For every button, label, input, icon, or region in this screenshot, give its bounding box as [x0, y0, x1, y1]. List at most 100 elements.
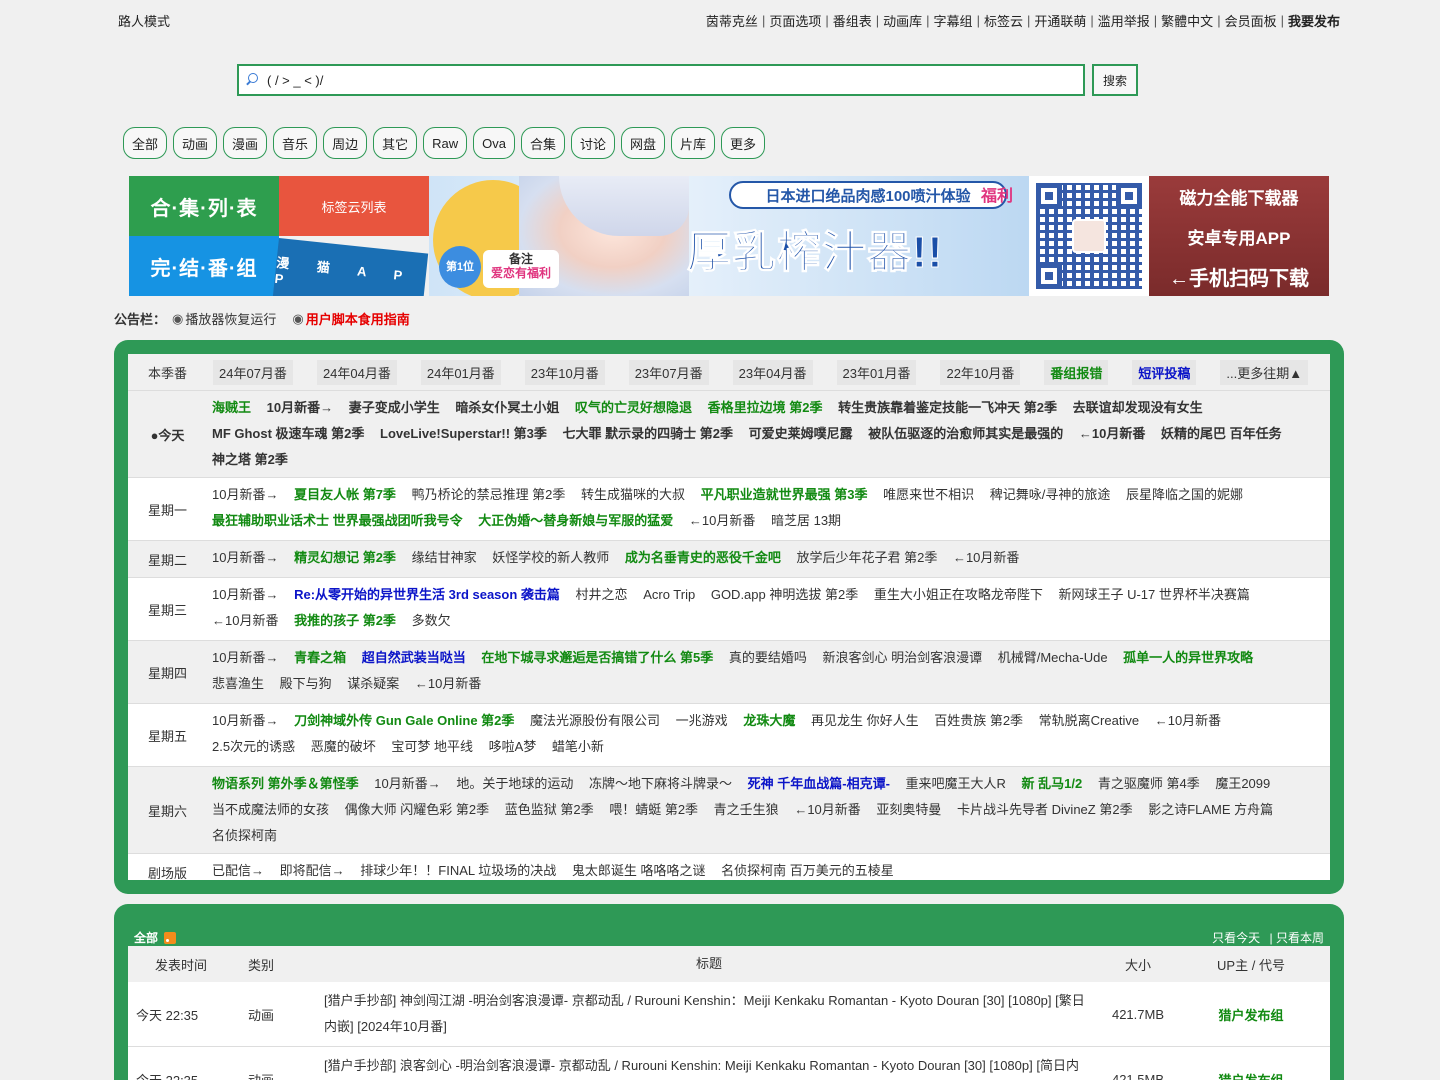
anime-link[interactable]: 平凡职业造就世界最强 第3季 [701, 487, 868, 502]
anime-link[interactable]: 重来吧魔王大人R [906, 776, 1006, 791]
top-nav-item[interactable]: 会员面板 [1225, 11, 1277, 30]
category-pill[interactable]: 网盘 [620, 127, 665, 159]
filter-today-link[interactable]: 只看今天 [1212, 931, 1260, 945]
search-input[interactable] [267, 72, 1047, 88]
season-tab[interactable]: 24年07月番 [213, 359, 293, 385]
anime-link[interactable]: 刀剑神域外传 Gun Gale Online 第2季 [294, 713, 514, 728]
anime-link[interactable]: 再见龙生 你好人生 [811, 713, 919, 728]
row-title-link[interactable]: [猎户手抄部] 神剑闯江湖 -明治剑客浪漫谭- 京都动乱 / Rurouni K… [314, 982, 1104, 1046]
category-pill[interactable]: Ova [473, 127, 515, 159]
anime-link[interactable]: 精灵幻想记 第2季 [294, 550, 396, 565]
anime-link[interactable]: 多数欠 [412, 613, 451, 628]
anime-link[interactable]: ←10月新番 [1155, 713, 1221, 728]
season-tab[interactable]: 23年04月番 [732, 359, 813, 385]
anime-link[interactable]: 名侦探柯南 [212, 828, 277, 843]
top-nav-item[interactable]: 标签云 [984, 11, 1023, 30]
anime-link[interactable]: 孤单一人的异世界攻略 [1123, 650, 1253, 665]
top-nav-item[interactable]: 页面选项 [769, 11, 821, 30]
anime-link[interactable]: 机械臂/Mecha-Ude [998, 650, 1108, 665]
anime-link[interactable]: ←10月新番 [794, 802, 860, 817]
anime-link[interactable]: 妖精的尾巴 百年任务 [1161, 426, 1282, 441]
top-nav-item[interactable]: 动画库 [883, 11, 922, 30]
top-nav-item[interactable]: 我要发布 [1288, 11, 1340, 30]
manmao-app-button[interactable]: 漫 猫 A P P [272, 238, 429, 296]
anime-link[interactable]: 10月新番→ [212, 713, 278, 728]
anime-link[interactable]: 村井之恋 [576, 587, 628, 602]
announcement-script-guide-link[interactable]: 用户脚本食用指南 [306, 309, 410, 328]
anime-link[interactable]: 鸭乃桥论的禁忌推理 第2季 [412, 487, 566, 502]
row-category[interactable]: 动画 [234, 1070, 314, 1080]
advertisement-banner[interactable]: 日本进口绝品肉感100喷汁体验 福利 厚乳榨汁器!! 第1位 备注 爱恋有福利 [429, 176, 1029, 296]
anime-link[interactable]: 宝可梦 地平线 [391, 739, 473, 754]
category-pill[interactable]: 动画 [173, 127, 218, 159]
anime-link[interactable]: 死神 千年血战篇-相克谭- [748, 776, 890, 791]
review-submit-link[interactable]: 短评投稿 [1132, 359, 1197, 385]
header-uploader[interactable]: UP主 / 代号 [1172, 955, 1330, 974]
anime-link[interactable]: 新网球王子 U-17 世界杯半决赛篇 [1058, 587, 1249, 602]
rss-icon[interactable] [164, 931, 177, 944]
anime-link[interactable]: 夏目友人帐 第7季 [294, 487, 396, 502]
anime-link[interactable]: 七大罪 默示录的四骑士 第2季 [563, 426, 733, 441]
row-title-link[interactable]: [猎户手抄部] 浪客剑心 -明治剑客浪漫谭- 京都动乱 / Rurouni Ke… [314, 1047, 1104, 1080]
anime-link[interactable]: ←10月新番 [689, 513, 755, 528]
category-pill[interactable]: 音乐 [273, 127, 318, 159]
anime-link[interactable]: 魔王2099 [1215, 776, 1270, 791]
category-pill[interactable]: Raw [423, 127, 468, 159]
anime-link[interactable]: 10月新番→ [267, 400, 333, 415]
anime-link[interactable]: 10月新番→ [212, 587, 278, 602]
anime-link[interactable]: 10月新番→ [212, 550, 278, 565]
header-time[interactable]: 发表时间 [128, 955, 234, 974]
anime-link[interactable]: 在地下城寻求邂逅是否搞错了什么 第5季 [481, 650, 713, 665]
anime-link[interactable]: 青之驱魔师 第4季 [1098, 776, 1200, 791]
anime-link[interactable]: 放学后少年花子君 第2季 [796, 550, 937, 565]
anime-link[interactable]: 一兆游戏 [676, 713, 728, 728]
anime-link[interactable]: 真的要结婚吗 [729, 650, 807, 665]
anime-link[interactable]: 海贼王 [212, 400, 251, 415]
anime-link[interactable]: 转生贵族靠着鉴定技能一飞冲天 第2季 [838, 400, 1057, 415]
anime-link[interactable]: 成为名垂青史的恶役千金吧 [625, 550, 781, 565]
anime-link[interactable]: 叹气的亡灵好想隐退 [575, 400, 692, 415]
anime-link[interactable]: 青春之箱 [294, 650, 346, 665]
anime-link[interactable]: 物语系列 第外季＆第怪季 [212, 776, 359, 791]
season-tab[interactable]: 23年07月番 [628, 359, 709, 385]
season-tab[interactable]: 24年04月番 [316, 359, 397, 385]
category-pill[interactable]: 漫画 [223, 127, 268, 159]
uploader-link[interactable]: 猎户发布组 [1218, 1073, 1283, 1080]
anime-link[interactable]: 名侦探柯南 百万美元的五棱星 [721, 863, 894, 878]
anime-link[interactable]: 10月新番→ [212, 650, 278, 665]
anime-link[interactable]: 青之壬生狼 [714, 802, 779, 817]
anime-link[interactable]: ←10月新番 [1079, 426, 1145, 441]
category-pill[interactable]: 其它 [373, 127, 418, 159]
anime-link[interactable]: 殿下与狗 [280, 676, 332, 691]
category-pill[interactable]: 合集 [520, 127, 565, 159]
anime-link[interactable]: 悲喜渔生 [212, 676, 264, 691]
row-category[interactable]: 动画 [234, 1005, 314, 1024]
header-type[interactable]: 类别 [234, 955, 314, 974]
anime-link[interactable]: ←10月新番 [953, 550, 1019, 565]
series-report-link[interactable]: 番组报错 [1044, 359, 1109, 385]
anime-link[interactable]: 香格里拉边境 第2季 [708, 400, 823, 415]
anime-link[interactable]: 常轨脱离Creative [1039, 713, 1139, 728]
anime-link[interactable]: 重生大小姐正在攻略龙帝陛下 [874, 587, 1043, 602]
anime-link[interactable]: Acro Trip [643, 587, 695, 602]
anime-link[interactable]: 冻牌～地下麻将斗牌录～ [589, 776, 732, 791]
filter-week-link[interactable]: 只看本周 [1276, 931, 1324, 945]
anime-link[interactable]: 即将配信→ [280, 863, 345, 878]
anime-link[interactable]: 缘结甘神家 [412, 550, 477, 565]
anime-link[interactable]: ←10月新番 [415, 676, 481, 691]
anime-link[interactable]: 恶魔的破坏 [311, 739, 376, 754]
anime-link[interactable]: 地。关于地球的运动 [456, 776, 573, 791]
anime-link[interactable]: 大正伪婚～替身新娘与军服的猛爱 [478, 513, 673, 528]
season-tab[interactable]: 23年10月番 [524, 359, 605, 385]
more-seasons-toggle[interactable]: ...更多往期▲ [1220, 359, 1309, 385]
anime-link[interactable]: 暗芝居 13期 [771, 513, 841, 528]
anime-link[interactable]: 我推的孩子 第2季 [294, 613, 396, 628]
anime-link[interactable]: ←10月新番 [212, 613, 278, 628]
top-nav-item[interactable]: 茵蒂克丝 [706, 11, 758, 30]
anime-link[interactable]: Re:从零开始的异世界生活 3rd season 袭击篇 [294, 587, 560, 602]
list-tab-all[interactable]: 全部 [134, 929, 177, 946]
anime-link[interactable]: 谋杀疑案 [347, 676, 399, 691]
header-size[interactable]: 大小 [1104, 955, 1172, 974]
anime-link[interactable]: 最狂辅助职业话术士 世界最强战团听我号令 [212, 513, 463, 528]
anime-link[interactable]: 新 乱马1/2 [1022, 776, 1083, 791]
